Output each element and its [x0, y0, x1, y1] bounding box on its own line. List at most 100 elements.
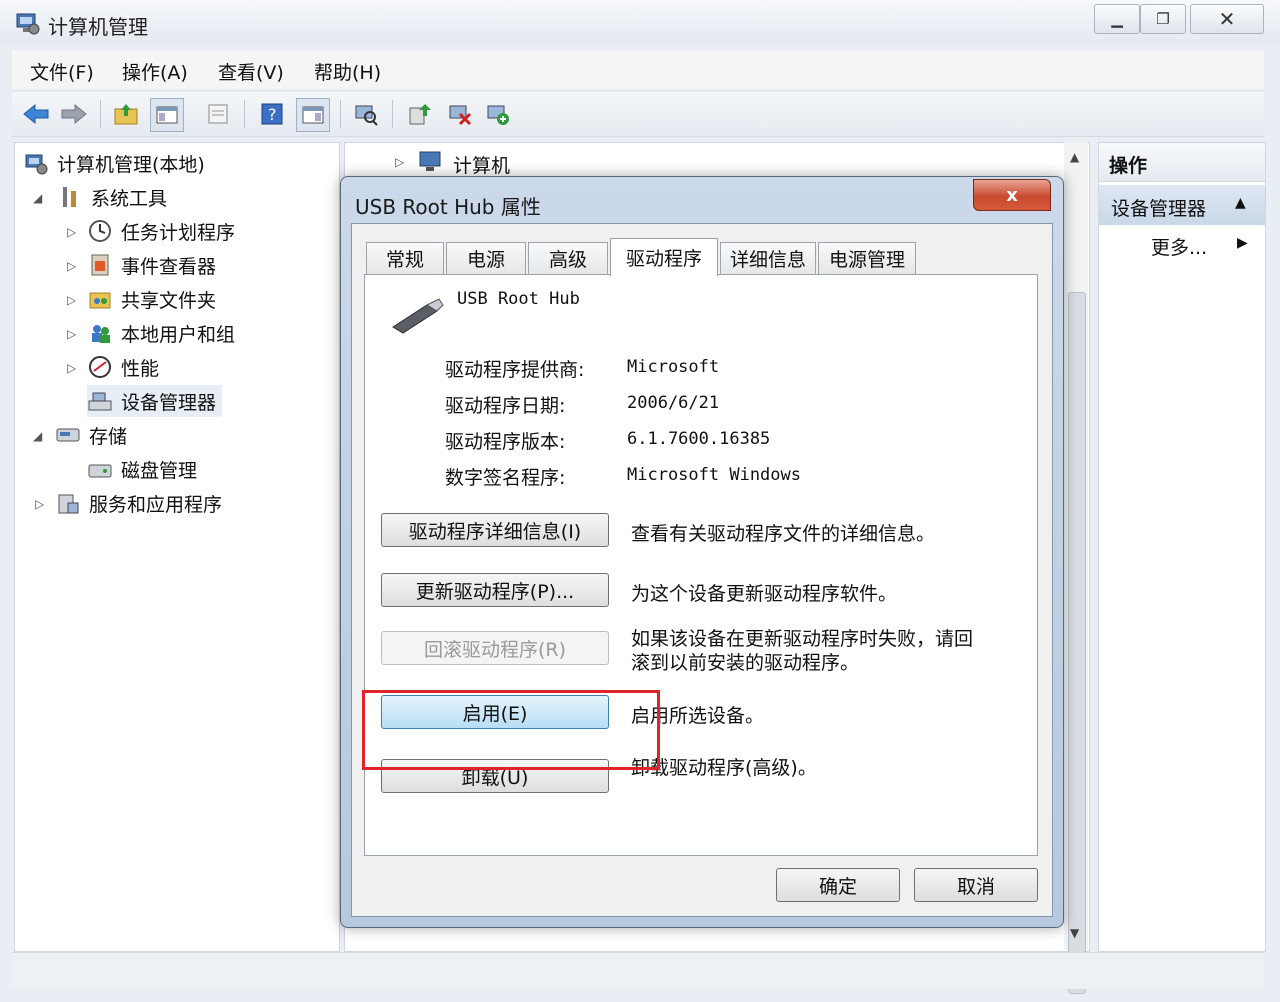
- toolbar: ?: [12, 92, 1264, 137]
- ok-button[interactable]: 确定: [776, 868, 900, 902]
- actions-group-label: 设备管理器: [1111, 198, 1207, 220]
- close-window-button[interactable]: ✕: [1190, 4, 1264, 34]
- expand-icon[interactable]: ▷: [35, 497, 44, 511]
- update-driver-button[interactable]: 更新驱动程序(P)...: [381, 573, 609, 607]
- update-driver-icon: [409, 104, 431, 125]
- tree-item-local-users[interactable]: 本地用户和组: [87, 317, 235, 349]
- tree-label: 存储: [89, 425, 128, 448]
- collapse-icon[interactable]: ◢: [33, 429, 42, 443]
- close-icon: x: [1006, 184, 1018, 206]
- tree-label: 磁盘管理: [121, 459, 198, 482]
- uninstall-device-button[interactable]: [444, 98, 476, 130]
- driver-provider-value: Microsoft: [627, 357, 720, 377]
- collapse-up-icon[interactable]: ▲: [1235, 195, 1246, 211]
- tree-item-services-apps[interactable]: 服务和应用程序: [55, 487, 222, 519]
- scan-hardware-button[interactable]: [350, 98, 382, 130]
- scrollbar-thumb[interactable]: [1068, 292, 1086, 994]
- back-button[interactable]: [20, 98, 52, 130]
- tab-power[interactable]: 电源: [446, 242, 526, 274]
- console-tree-icon: [156, 106, 178, 124]
- tree-item-disk-management[interactable]: 磁盘管理: [87, 453, 197, 485]
- tab-details[interactable]: 详细信息: [720, 242, 816, 274]
- properties-button[interactable]: [202, 98, 234, 130]
- tree-label: 事件查看器: [121, 255, 217, 278]
- cancel-button[interactable]: 取消: [914, 868, 1038, 902]
- expand-icon[interactable]: ▷: [67, 361, 76, 375]
- device-tree-computer[interactable]: 计算机: [453, 151, 510, 178]
- driver-details-button[interactable]: 驱动程序详细信息(I): [381, 513, 609, 547]
- tab-advanced[interactable]: 高级: [528, 242, 608, 274]
- collapse-icon[interactable]: ◢: [33, 191, 42, 205]
- toolbar-separator: [340, 100, 341, 128]
- close-icon: ✕: [1218, 7, 1236, 31]
- expand-icon[interactable]: ▷: [67, 293, 76, 307]
- storage-icon: [55, 422, 81, 448]
- minimize-button[interactable]: ▁: [1094, 4, 1140, 34]
- toolbar-separator: [100, 100, 101, 128]
- tab-general[interactable]: 常规: [366, 242, 444, 274]
- menu-help[interactable]: 帮助(H): [314, 58, 381, 85]
- driver-details-desc: 查看有关驱动程序文件的详细信息。: [631, 523, 936, 545]
- scroll-down-icon[interactable]: ▼: [1070, 926, 1079, 940]
- help-button[interactable]: ?: [256, 98, 288, 130]
- update-driver-desc: 为这个设备更新驱动程序软件。: [631, 583, 898, 605]
- menu-action[interactable]: 操作(A): [122, 58, 188, 85]
- users-icon: [87, 320, 113, 346]
- vertical-scrollbar[interactable]: ▲ ▼: [1064, 142, 1088, 994]
- enable-device-button[interactable]: [482, 98, 514, 130]
- expand-icon[interactable]: ▷: [67, 225, 76, 239]
- menu-file[interactable]: 文件(F): [30, 58, 94, 85]
- tree-label: 设备管理器: [121, 391, 217, 414]
- computer-management-icon: [14, 10, 40, 41]
- expand-icon[interactable]: ▷: [67, 327, 76, 341]
- usb-device-icon: [389, 297, 445, 342]
- roll-back-driver-desc: 如果该设备在更新驱动程序时失败，请回滚到以前安装的驱动程序。: [631, 628, 974, 674]
- driver-version-value: 6.1.7600.16385: [627, 429, 771, 449]
- back-arrow-icon: [23, 103, 49, 125]
- uninstall-icon: [449, 105, 472, 126]
- minimize-icon: ▁: [1111, 10, 1123, 28]
- tab-power-management[interactable]: 电源管理: [818, 242, 916, 274]
- update-driver-button[interactable]: [404, 98, 436, 130]
- folder-up-icon: [114, 104, 138, 125]
- event-viewer-icon: [87, 252, 113, 278]
- driver-version-label: 驱动程序版本:: [445, 431, 566, 453]
- computer-icon: [417, 149, 445, 178]
- console-tree: 计算机管理(本地) ◢ 系统工具 ▷ 任务计划程序 ▷ 事件查看器 ▷ 共享文件…: [14, 142, 340, 952]
- tree-label: 计算机管理(本地): [57, 153, 205, 176]
- device-name: USB Root Hub: [457, 289, 580, 309]
- tree-item-shared-folders[interactable]: 共享文件夹: [87, 283, 216, 315]
- dialog-title: USB Root Hub 属性: [355, 195, 541, 219]
- expand-icon[interactable]: ▷: [67, 259, 76, 273]
- actions-group-device-manager[interactable]: 设备管理器 ▲: [1099, 185, 1265, 225]
- actions-header: 操作: [1099, 143, 1265, 182]
- digital-signer-value: Microsoft Windows: [627, 465, 801, 485]
- tab-driver[interactable]: 驱动程序: [610, 238, 718, 276]
- usb-root-hub-properties-dialog: USB Root Hub 属性 x 常规 电源 高级 驱动程序 详细信息 电源管…: [340, 176, 1064, 928]
- title-bar[interactable]: 计算机管理 ▁ ❐ ✕: [0, 0, 1280, 44]
- tree-item-performance[interactable]: 性能: [87, 351, 159, 383]
- action-pane-button[interactable]: [296, 98, 330, 132]
- expand-icon[interactable]: ▷: [395, 155, 404, 169]
- tree-item-storage[interactable]: 存储: [55, 419, 127, 451]
- roll-back-driver-button[interactable]: 回滚驱动程序(R): [381, 631, 609, 665]
- actions-title: 操作: [1109, 155, 1148, 177]
- driver-provider-label: 驱动程序提供商:: [445, 359, 585, 381]
- tree-label: 共享文件夹: [121, 289, 217, 312]
- dialog-close-button[interactable]: x: [973, 179, 1051, 211]
- tree-item-system-tools[interactable]: 系统工具: [57, 181, 167, 213]
- show-hide-tree-button[interactable]: [150, 98, 184, 132]
- maximize-button[interactable]: ❐: [1140, 4, 1186, 34]
- up-folder-button[interactable]: [110, 98, 142, 130]
- menu-view[interactable]: 查看(V): [218, 58, 284, 85]
- tree-item-event-viewer[interactable]: 事件查看器: [87, 249, 216, 281]
- tree-label: 系统工具: [91, 187, 168, 210]
- scroll-up-icon[interactable]: ▲: [1070, 150, 1079, 164]
- tree-item-device-manager[interactable]: 设备管理器: [87, 385, 223, 417]
- forward-arrow-icon: [61, 103, 87, 125]
- tree-item-task-scheduler[interactable]: 任务计划程序: [87, 215, 235, 247]
- forward-button[interactable]: [58, 98, 90, 130]
- actions-more[interactable]: 更多...: [1151, 233, 1207, 260]
- tree-item-root[interactable]: 计算机管理(本地): [23, 147, 205, 179]
- dialog-body: 常规 电源 高级 驱动程序 详细信息 电源管理 USB Root Hub 驱动程…: [351, 223, 1053, 917]
